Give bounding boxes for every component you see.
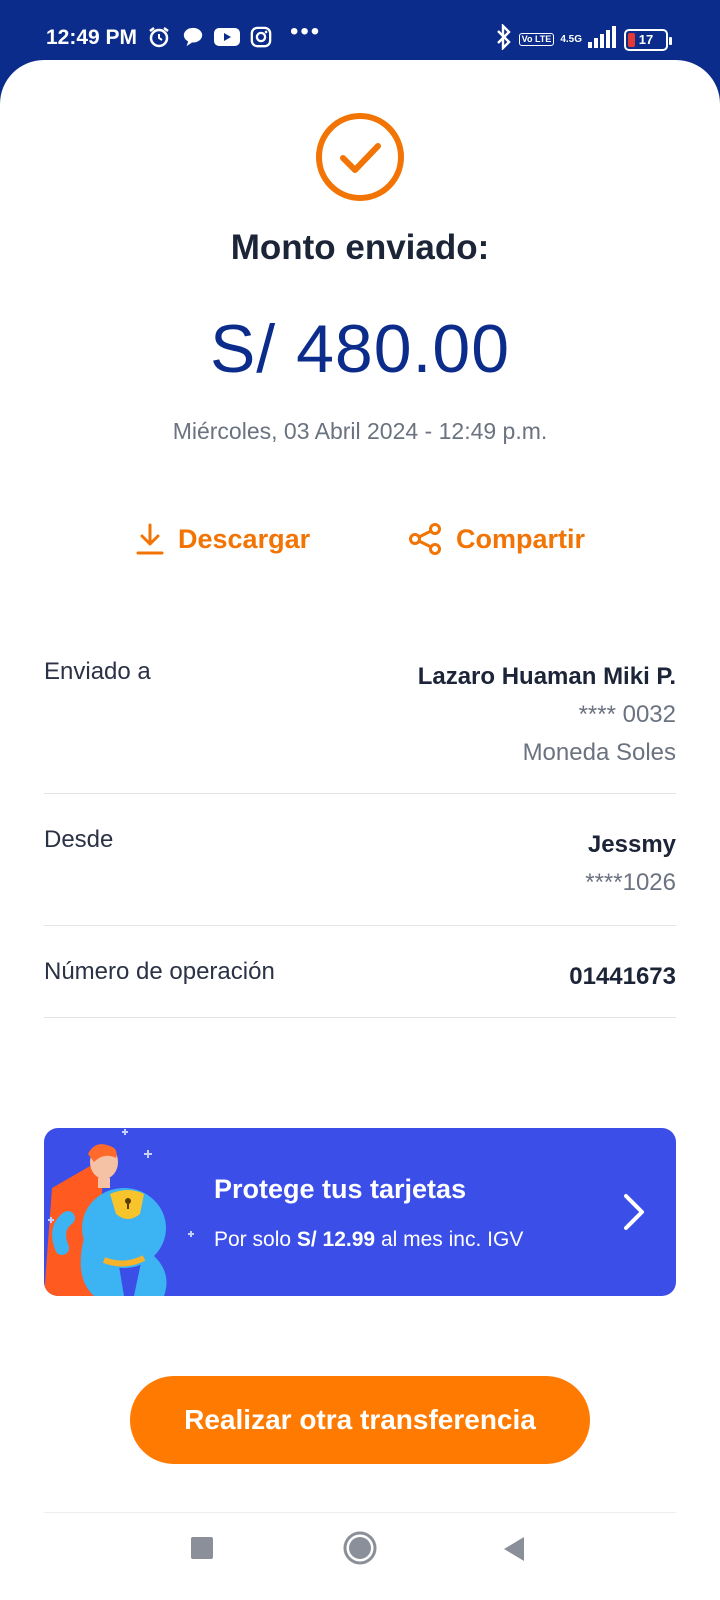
system-icons: Vo LTE 4.5G 17 [495,23,672,55]
origin-name: Jessmy [587,831,676,858]
detail-row-origin: Desde Jessmy ****1026 [44,794,676,926]
youtube-icon [214,24,240,50]
origin-account: ****1026 [585,869,676,896]
origin-label: Desde [44,826,114,853]
volte-badge: Vo LTE [518,33,555,46]
battery-icon: 17 [624,28,672,51]
transaction-datetime: Miércoles, 03 Abril 2024 - 12:49 p.m. [172,418,548,444]
operation-values: 01441673 [569,958,676,1017]
more-notifications-icon: ••• [290,18,322,45]
operation-number: 01441673 [569,963,676,990]
alarm-icon [146,24,172,50]
signal-icon [588,26,618,53]
notification-icons [146,24,274,50]
operation-label: Número de operación [44,958,275,985]
detail-row-operation: Número de operación 01441673 [44,926,676,1018]
share-button[interactable]: Compartir [408,522,585,556]
amount-sent: S/ 480.00 [209,311,511,387]
system-navigation-bar [0,1516,720,1600]
chevron-right-icon [624,1194,644,1230]
receipt-title: Monto enviado: [230,228,490,267]
bluetooth-icon [495,23,513,55]
promo-subtitle: Por solo S/ 12.99 al mes inc. IGV [214,1228,523,1252]
protect-cards-banner[interactable]: Protege tus tarjetas Por solo S/ 12.99 a… [44,1128,676,1296]
promo-title: Protege tus tarjetas [214,1174,467,1204]
receipt-card: Monto enviado: S/ 480.00 Miércoles, 03 A… [0,60,720,1600]
share-label: Compartir [456,523,586,554]
new-transfer-button[interactable]: Realizar otra transferencia [130,1376,590,1464]
detail-row-recipient: Enviado a Lazaro Huaman Miki P. **** 003… [44,642,676,794]
divider [44,1512,676,1513]
superhero-illustration [44,1129,194,1296]
promo-sub-prefix: Por solo [214,1228,297,1251]
chat-bubble-icon [180,24,206,50]
recipient-account: **** 0032 [578,701,676,728]
recipient-values: Lazaro Huaman Miki P. **** 0032 Moneda S… [418,658,676,793]
instagram-icon [248,24,274,50]
back-icon[interactable] [502,1536,526,1562]
promo-price: S/ 12.99 [296,1228,376,1251]
download-label: Descargar [178,523,311,554]
promo-sub-suffix: al mes inc. IGV [375,1228,524,1251]
transfer-details: Enviado a Lazaro Huaman Miki P. **** 003… [44,642,676,1018]
recipient-name: Lazaro Huaman Miki P. [417,663,676,690]
download-icon [136,523,164,555]
home-icon[interactable] [342,1530,378,1566]
receipt-actions: Descargar Compartir [0,522,720,572]
recipient-currency: Moneda Soles [522,739,676,766]
network-type: 4.5G [560,34,582,45]
origin-values: Jessmy ****1026 [585,826,676,925]
success-check-icon [316,113,404,201]
recent-apps-icon[interactable] [190,1536,214,1560]
share-icon [409,523,441,555]
battery-level: 17 [638,32,654,47]
status-time: 12:49 PM [46,26,138,49]
recipient-label: Enviado a [44,658,151,685]
download-button[interactable]: Descargar [136,522,310,556]
battery-fill [628,32,635,47]
